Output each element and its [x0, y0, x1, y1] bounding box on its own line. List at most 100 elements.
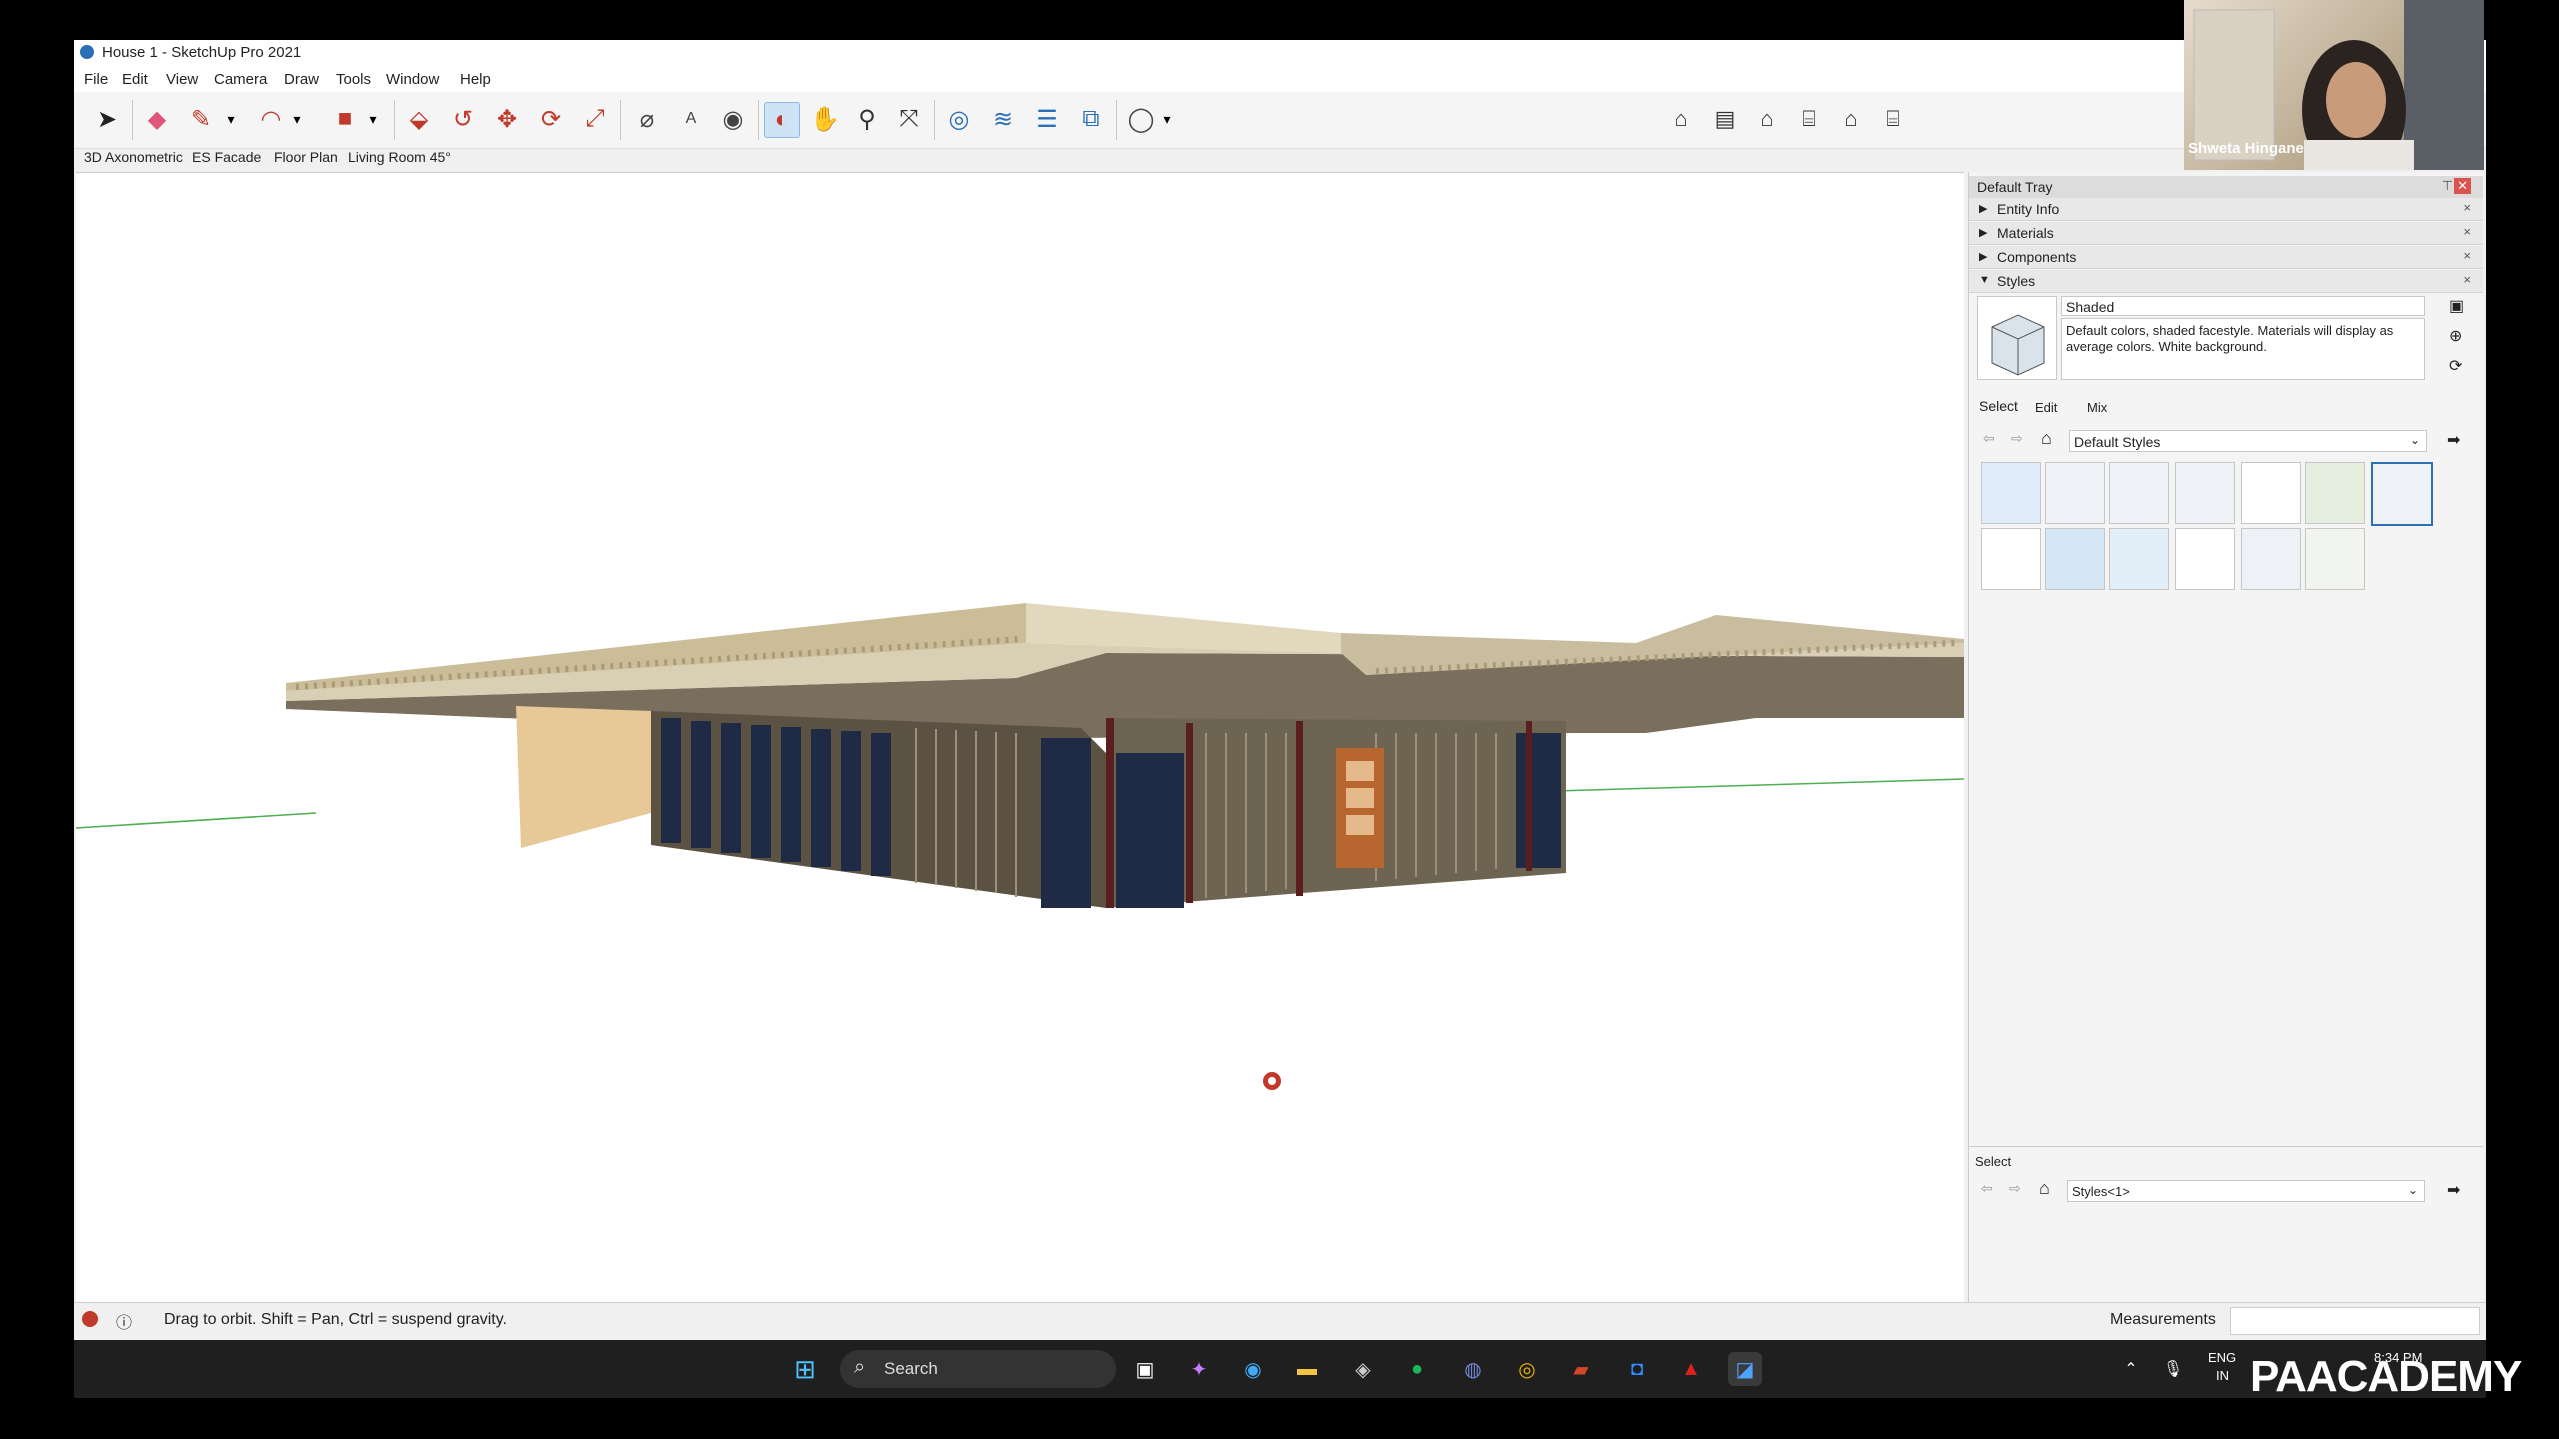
style-thumbnail[interactable]: [1981, 462, 2041, 524]
geolocation-icon[interactable]: [82, 1311, 98, 1327]
powerpoint-icon[interactable]: ▰: [1564, 1352, 1598, 1386]
measurements-input[interactable]: [2230, 1307, 2480, 1335]
region-indicator[interactable]: IN: [2216, 1368, 2229, 1383]
shape-dropdown-icon[interactable]: ▾: [356, 102, 390, 136]
forward-arrow-icon[interactable]: ⇨: [2011, 430, 2023, 447]
style-thumbnail[interactable]: [2175, 462, 2235, 524]
style-thumbnail[interactable]: [2045, 462, 2105, 524]
menu-tools[interactable]: Tools: [336, 71, 371, 88]
style-thumbnail[interactable]: [2109, 528, 2169, 590]
close-panel-icon[interactable]: ×: [2463, 224, 2471, 239]
style-library-select[interactable]: Default Styles ⌄: [2069, 430, 2427, 452]
pan-tool-icon[interactable]: ✋: [808, 102, 842, 136]
secondary-library-select[interactable]: Styles<1> ⌄: [2067, 1180, 2425, 1202]
microphone-icon[interactable]: 🎙: [2156, 1352, 2190, 1386]
zoom-extents-icon[interactable]: ⤧: [892, 102, 926, 136]
top-view-icon[interactable]: ▤: [1708, 102, 1742, 136]
tab-mix[interactable]: Mix: [2087, 400, 2107, 415]
zoom-tool-icon[interactable]: ⚲: [850, 102, 884, 136]
chrome-icon[interactable]: ◎: [1510, 1352, 1544, 1386]
rotate-tool-icon[interactable]: ⟳: [534, 102, 568, 136]
menu-view[interactable]: View: [166, 71, 198, 88]
modeling-viewport[interactable]: [75, 172, 1965, 1303]
style-thumbnail[interactable]: [2305, 462, 2365, 524]
menu-window[interactable]: Window: [386, 71, 439, 88]
forward-arrow-icon[interactable]: ⇨: [2009, 1180, 2021, 1197]
windows-start-icon[interactable]: ⊞: [788, 1352, 822, 1386]
scale-tool-icon[interactable]: ⤢: [578, 102, 612, 136]
refresh-icon[interactable]: ⟳: [2449, 356, 2462, 376]
acrobat-icon[interactable]: ▲: [1674, 1352, 1708, 1386]
task-view-icon[interactable]: ▣: [1128, 1352, 1162, 1386]
tab-edit[interactable]: Edit: [2035, 400, 2057, 415]
scene-tab-es-facade[interactable]: ES Facade: [192, 149, 261, 165]
menu-edit[interactable]: Edit: [122, 71, 148, 88]
back-arrow-icon[interactable]: ⇦: [1983, 430, 1995, 447]
sketchup-taskbar-icon[interactable]: ◪: [1728, 1352, 1762, 1386]
info-icon[interactable]: ⓘ: [116, 1309, 132, 1333]
copilot-icon[interactable]: ✦: [1182, 1352, 1216, 1386]
extension-manager-icon[interactable]: ⧉: [1074, 102, 1108, 136]
scene-tab-living-room[interactable]: Living Room 45°: [348, 149, 451, 165]
discord-icon[interactable]: ◍: [1456, 1352, 1490, 1386]
account-dropdown-icon[interactable]: ▾: [1150, 102, 1184, 136]
update-style-icon[interactable]: ▣: [2449, 296, 2464, 316]
move-tool-icon[interactable]: ✥: [490, 102, 524, 136]
menu-help[interactable]: Help: [460, 71, 491, 88]
create-style-icon[interactable]: ⊕: [2449, 326, 2462, 346]
tab-select[interactable]: Select: [1979, 398, 2018, 414]
3d-warehouse-icon[interactable]: ◎: [942, 102, 976, 136]
layout-send-icon[interactable]: ☰: [1030, 102, 1064, 136]
extension-warehouse-icon[interactable]: ≋: [986, 102, 1020, 136]
home-icon[interactable]: ⌂: [2041, 428, 2052, 449]
panel-entity-info[interactable]: ▶ Entity Info ×: [1969, 198, 2483, 221]
close-panel-icon[interactable]: ×: [2463, 200, 2471, 215]
iso-view-icon[interactable]: ⌂: [1664, 102, 1698, 136]
style-thumbnail[interactable]: [2241, 528, 2301, 590]
style-thumbnail[interactable]: [2241, 462, 2301, 524]
scene-tab-floor-plan[interactable]: Floor Plan: [274, 149, 338, 165]
style-thumbnail[interactable]: [2175, 528, 2235, 590]
tape-measure-tool-icon[interactable]: ⌀: [630, 102, 664, 136]
back-view-icon[interactable]: ⌂: [1834, 102, 1868, 136]
language-indicator[interactable]: ENG: [2208, 1350, 2236, 1365]
style-thumbnail[interactable]: [2305, 528, 2365, 590]
style-name-field[interactable]: Shaded: [2061, 296, 2425, 316]
taskbar-search[interactable]: ⌕ Search: [840, 1350, 1116, 1388]
back-arrow-icon[interactable]: ⇦: [1981, 1180, 1993, 1197]
panel-styles[interactable]: ▼ Styles ×: [1969, 270, 2483, 293]
menu-camera[interactable]: Camera: [214, 71, 267, 88]
close-panel-icon[interactable]: ×: [2463, 272, 2471, 287]
close-icon[interactable]: ✕: [2454, 178, 2471, 194]
style-thumbnail-selected[interactable]: [2371, 462, 2433, 526]
chevron-up-icon[interactable]: ⌃: [2114, 1352, 2148, 1386]
eraser-tool-icon[interactable]: ◆: [140, 102, 174, 136]
text-tool-icon[interactable]: A: [674, 102, 708, 136]
paint-bucket-tool-icon[interactable]: ◉: [716, 102, 750, 136]
style-description-field[interactable]: Default colors, shaded facestyle. Materi…: [2061, 318, 2425, 380]
style-thumbnail[interactable]: [1981, 528, 2041, 590]
left-view-icon[interactable]: ⌸: [1876, 102, 1910, 136]
details-arrow-icon[interactable]: ➡: [2447, 430, 2460, 450]
pin-icon[interactable]: ⊤: [2442, 178, 2453, 194]
panel-components[interactable]: ▶ Components ×: [1969, 246, 2483, 269]
edge-icon[interactable]: ◉: [1236, 1352, 1270, 1386]
follow-me-tool-icon[interactable]: ↺: [446, 102, 480, 136]
details-arrow-icon[interactable]: ➡: [2447, 1180, 2460, 1200]
file-explorer-icon[interactable]: ▬: [1290, 1352, 1324, 1386]
push-pull-tool-icon[interactable]: ⬙: [402, 102, 436, 136]
style-thumbnail[interactable]: [2109, 462, 2169, 524]
home-icon[interactable]: ⌂: [2039, 1178, 2050, 1199]
line-dropdown-icon[interactable]: ▾: [214, 102, 248, 136]
arc-dropdown-icon[interactable]: ▾: [280, 102, 314, 136]
spotify-icon[interactable]: ●: [1400, 1352, 1434, 1386]
front-view-icon[interactable]: ⌂: [1750, 102, 1784, 136]
unity-icon[interactable]: ◈: [1346, 1352, 1380, 1386]
close-panel-icon[interactable]: ×: [2463, 248, 2471, 263]
select-tool-icon[interactable]: ➤: [90, 102, 124, 136]
scene-tab-3d-axonometric[interactable]: 3D Axonometric: [84, 149, 183, 165]
panel-materials[interactable]: ▶ Materials ×: [1969, 222, 2483, 245]
menu-draw[interactable]: Draw: [284, 71, 319, 88]
line-tool-icon[interactable]: ✎: [184, 102, 218, 136]
orbit-tool-icon[interactable]: ◐: [764, 102, 800, 138]
